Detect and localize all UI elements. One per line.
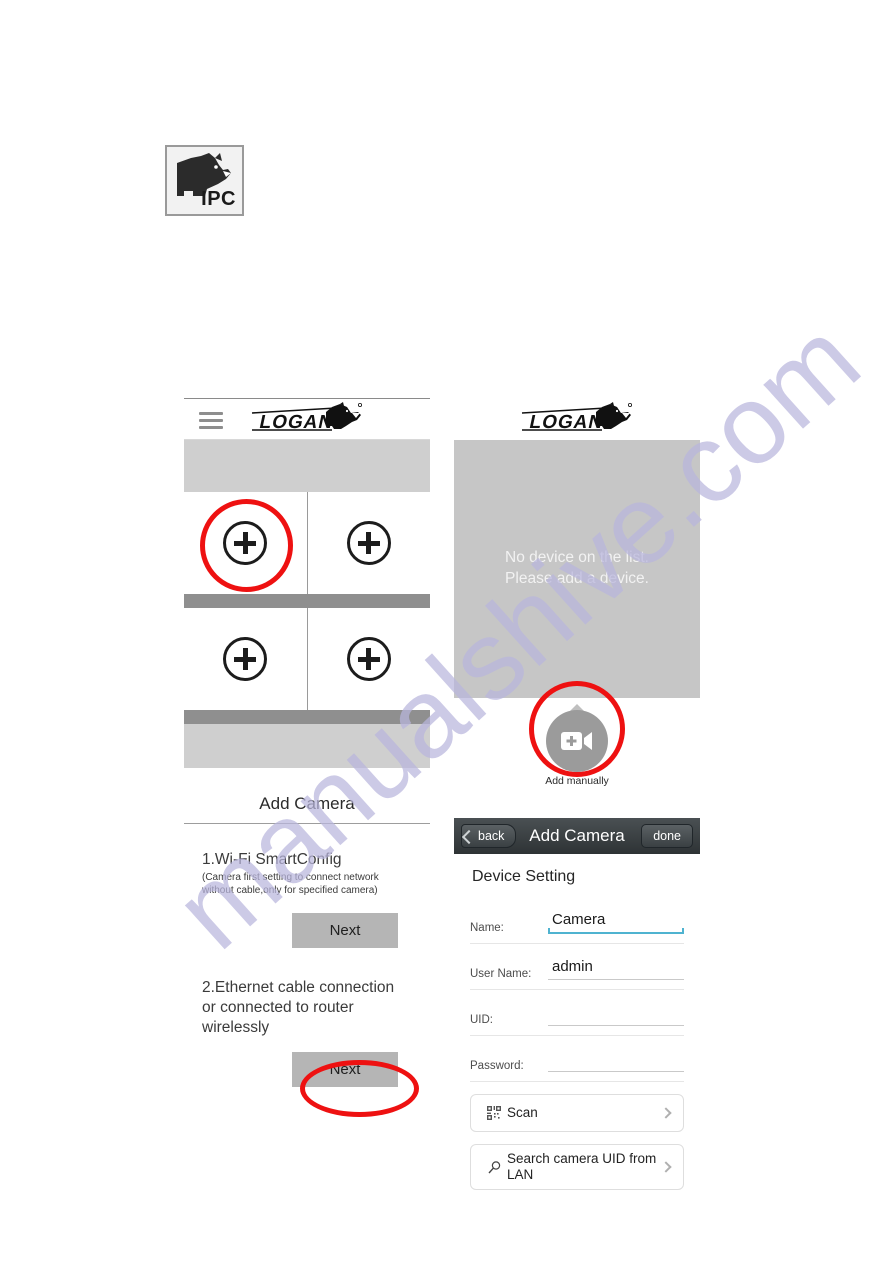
plus-circle-icon[interactable] <box>223 637 268 681</box>
watermark-overlay: manualshive.com <box>0 0 893 1263</box>
field-row-username: User Name: admin <box>470 944 684 990</box>
done-button[interactable]: done <box>641 824 693 848</box>
username-field-label: User Name: <box>470 968 532 980</box>
uid-field-underline <box>548 1025 684 1026</box>
grid-separator-band-1 <box>184 594 430 608</box>
left-bottom-placeholder-band <box>184 724 430 768</box>
chevron-right-icon <box>660 1107 672 1119</box>
uid-field-input[interactable] <box>548 1004 684 1029</box>
search-uid-action-label: Search camera UID from LAN <box>507 1150 657 1182</box>
uid-field-label: UID: <box>470 1014 493 1026</box>
logan-logo: LOGAN <box>518 402 636 436</box>
name-field-underline <box>548 932 684 934</box>
uid-field-value <box>548 1004 684 1023</box>
chevron-right-icon <box>660 1161 672 1173</box>
right-app-header: LOGAN <box>454 398 700 440</box>
camera-slot-4[interactable] <box>306 608 431 710</box>
field-row-password: Password: <box>470 1036 684 1082</box>
camera-grid-row-1 <box>184 492 430 594</box>
password-field-value <box>548 1050 684 1069</box>
camera-plus-icon <box>561 732 592 750</box>
search-magnifier-icon <box>481 1160 507 1175</box>
scan-action-row[interactable]: Scan <box>470 1094 684 1132</box>
grid-separator-band-2 <box>184 710 430 724</box>
add-manually-label: Add manually <box>545 775 609 787</box>
username-field-value: admin <box>552 958 593 975</box>
name-field-label: Name: <box>470 922 504 934</box>
app-icon-label: IPC <box>201 188 236 210</box>
empty-message-line-2: Please add a device. <box>505 570 649 587</box>
plus-circle-icon[interactable] <box>346 637 391 681</box>
step1-note: (Camera first setting to connect network… <box>202 872 379 897</box>
password-field-input[interactable] <box>548 1050 684 1075</box>
name-field-value: Camera <box>552 911 606 928</box>
plus-circle-icon[interactable] <box>346 521 391 565</box>
app-icon: IPC <box>165 145 244 216</box>
empty-state-message: No device on the list. Please add a devi… <box>505 548 649 590</box>
camera-slot-2[interactable] <box>306 492 431 594</box>
step1-next-button[interactable]: Next <box>292 912 398 948</box>
scan-action-label: Scan <box>507 1104 538 1120</box>
device-setting-form: Device Setting Name: Camera User Name: a… <box>454 854 700 1190</box>
username-field-input[interactable]: admin <box>548 958 684 983</box>
back-button[interactable]: back <box>461 824 517 848</box>
search-uid-action-row[interactable]: Search camera UID from LAN <box>470 1144 684 1190</box>
hamburger-menu-icon[interactable] <box>199 412 223 429</box>
device-setting-heading: Device Setting <box>472 868 576 885</box>
password-field-underline <box>548 1071 684 1072</box>
left-top-placeholder-band <box>184 440 430 492</box>
device-list-empty-area: No device on the list. Please add a devi… <box>454 440 700 698</box>
step2-heading: 2.Ethernet cable connection or connected… <box>202 978 395 1037</box>
add-camera-titlebar: back Add Camera done <box>454 818 700 854</box>
empty-message-line-1: No device on the list. <box>505 549 649 567</box>
plus-circle-icon[interactable] <box>223 521 268 565</box>
step1-heading: 1.Wi-Fi SmartConfig <box>202 851 342 868</box>
field-row-uid: UID: <box>470 990 684 1036</box>
qr-code-icon <box>481 1106 507 1120</box>
step2-next-button[interactable]: Next <box>292 1052 398 1088</box>
logan-logo: LOGAN <box>248 402 366 436</box>
name-field-input[interactable]: Camera <box>548 911 684 937</box>
add-manually-button[interactable] <box>546 710 608 772</box>
add-manually-section: Add manually <box>454 698 700 788</box>
setup-steps: 1.Wi-Fi SmartConfig (Camera first settin… <box>184 824 430 1088</box>
step1-button-row: Next <box>202 912 412 948</box>
right-phone-add-camera-screenshot: back Add Camera done Device Setting Name… <box>454 818 700 1263</box>
username-field-underline <box>548 979 684 980</box>
right-phone-device-list-screenshot: LOGAN No device on the list. Please add … <box>454 398 700 788</box>
field-row-name: Name: Camera <box>470 898 684 944</box>
add-camera-heading: Add Camera <box>184 768 430 824</box>
manual-page: IPC LOGAN Add Camera 1.Wi-Fi SmartConfig… <box>0 0 893 1263</box>
left-app-header: LOGAN <box>184 398 430 440</box>
camera-slot-1[interactable] <box>184 492 307 594</box>
password-field-label: Password: <box>470 1060 524 1072</box>
camera-slot-3[interactable] <box>184 608 307 710</box>
step2-button-row: Next <box>202 1052 412 1088</box>
camera-grid-row-2 <box>184 608 430 710</box>
left-phone-screenshot: LOGAN Add Camera 1.Wi-Fi SmartConfig (Ca… <box>184 398 430 1116</box>
